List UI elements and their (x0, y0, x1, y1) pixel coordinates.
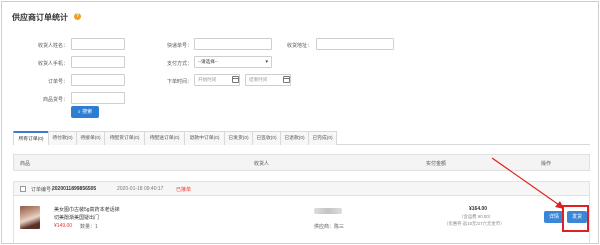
receiver-phone-label: 收货人手机： (37, 61, 68, 67)
chevron-down-icon: ▾ (265, 59, 268, 65)
search-button-label: 搜索 (82, 109, 93, 115)
order-no-value: 2020011899856505 (52, 186, 97, 192)
table-header: 商品 收货人 实付金额 操作 (13, 154, 590, 171)
receiver-phone-input[interactable] (71, 56, 125, 68)
receiver-name-input[interactable] (71, 38, 125, 50)
detail-button[interactable]: 详情 (544, 211, 564, 223)
header-receiver: 收货人 (254, 161, 270, 167)
product-name-line1[interactable]: 美女图巾古装5g高药本老话袜 (54, 206, 120, 213)
tab-completed[interactable]: 已完成(0) (308, 131, 337, 145)
order-checkbox[interactable] (20, 186, 26, 192)
tab-all-orders[interactable]: 所有订单(0) (13, 131, 49, 145)
tab-pending-picking[interactable]: 待配货订单(0) (104, 131, 145, 145)
order-status-badge: 已接单 (176, 187, 192, 193)
order-no-input[interactable] (71, 74, 125, 86)
receiver-info-blurred (314, 208, 342, 214)
product-image[interactable] (20, 206, 40, 229)
payment-label: 支付方式： (166, 61, 192, 67)
tab-refunding[interactable]: 退款中订单(0) (184, 131, 225, 145)
page-title: 供应商订单统计 (12, 13, 68, 22)
payment-select[interactable]: --请选择-- ▾ (194, 56, 272, 68)
address-input[interactable] (316, 38, 394, 50)
product-qty: 数量：1 (80, 224, 98, 230)
address-label: 收货地址： (286, 43, 312, 49)
tab-pending-payment[interactable]: 待付款(0) (48, 131, 77, 145)
tab-refunded[interactable]: 已退款(0) (280, 131, 309, 145)
paid-amount: ¥164.00 (469, 206, 488, 212)
order-time: 2020-01-18 09:40:17 (117, 186, 164, 192)
search-icon: ⌕ (77, 109, 81, 115)
tab-pending-delivery[interactable]: 待配送订单(0) (144, 131, 185, 145)
product-no-input[interactable] (71, 92, 125, 104)
order-time-label: 下单时间： (166, 79, 192, 85)
payment-detail: （优惠券 返10元/27六元金币） (444, 221, 505, 226)
product-name-line2[interactable]: 切美酚渐美国疑出门 (54, 214, 99, 221)
order-header-row: 订单编号： 2020011899856505 2020-01-18 09:40:… (13, 181, 590, 196)
order-no-label: 订单号： (47, 79, 68, 85)
page-frame: 供应商订单统计 ? 收货人姓名： 快递单号： 收货地址： 收货人手机： 支付方式… (1, 1, 599, 244)
calendar-icon[interactable] (232, 76, 239, 83)
header-product: 商品 (20, 161, 31, 167)
tab-signed[interactable]: 已签收(0) (252, 131, 281, 145)
highlight-box (562, 205, 589, 232)
header-paid-amount: 实付金额 (426, 161, 447, 167)
express-no-label: 快递单号： (166, 43, 192, 49)
shipping-fee: （含运费 ¥0.00） (459, 214, 494, 219)
order-row: 美女图巾古装5g高药本老话袜 切美酚渐美国疑出门 ¥149.00 数量：1 供应… (13, 196, 590, 243)
product-price: ¥149.00 (54, 223, 73, 229)
order-status-tabs: 所有订单(0) 待付款(0) 待接单(0) 待配货订单(0) 待配送订单(0) … (13, 131, 590, 145)
payment-select-value: --请选择-- (198, 59, 218, 64)
header-actions: 操作 (541, 161, 552, 167)
search-button[interactable]: ⌕ 搜索 (71, 106, 99, 118)
tab-shipped[interactable]: 已发货(0) (224, 131, 253, 145)
help-icon[interactable]: ? (74, 13, 81, 20)
supplier-name: 供应商：陈三 (314, 224, 345, 230)
product-no-label: 商品货号： (42, 97, 68, 103)
tab-pending-accept[interactable]: 待接单(0) (76, 131, 105, 145)
calendar-icon[interactable] (283, 76, 290, 83)
receiver-name-label: 收货人姓名： (37, 43, 68, 49)
